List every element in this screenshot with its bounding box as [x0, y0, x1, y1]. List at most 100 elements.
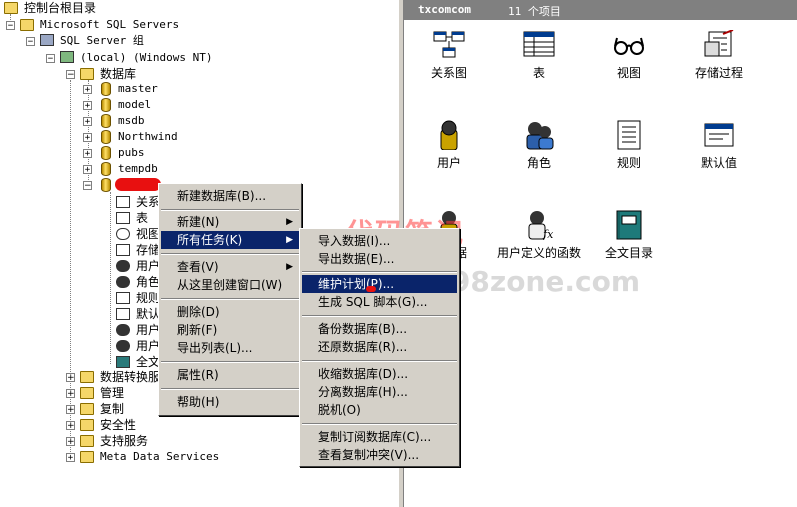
tree-node-label: (local) (Windows NT) [80, 51, 213, 64]
fulltext-catalog-icon [613, 210, 645, 240]
folder-icon [80, 387, 94, 399]
item-rules[interactable]: 规则 [584, 120, 674, 171]
submenu-arrow-icon: ▶ [286, 235, 293, 245]
tree-node-label: 规则 [136, 291, 161, 305]
expand-toggle[interactable]: + [83, 85, 92, 95]
tree-node-label: Meta Data Services [100, 450, 220, 463]
role-icon [523, 120, 555, 150]
menu-refresh[interactable]: 刷新(F) [161, 321, 299, 339]
context-menu[interactable]: 新建数据库(B)... 新建(N) ▶ 所有任务(K) ▶ 查看(V) ▶ 从这… [158, 183, 302, 416]
expand-toggle[interactable]: + [66, 389, 75, 399]
all-tasks-submenu[interactable]: 导入数据(I)... 导出数据(E)... 维护计划(P)... 生成 SQL … [299, 228, 460, 467]
glasses-icon [116, 228, 130, 240]
tree-node-label: 表 [136, 211, 149, 225]
item-views[interactable]: 视图 [584, 30, 674, 81]
submenu-offline[interactable]: 脱机(O) [302, 401, 457, 419]
tree-node-label: 用户 [136, 323, 161, 337]
header-item-count: 11 个项目 [508, 5, 561, 18]
folder-icon [80, 403, 94, 415]
submenu-maintenance-plan[interactable]: 维护计划(P)... [302, 275, 457, 293]
submenu-detach-database[interactable]: 分离数据库(H)... [302, 383, 457, 401]
expand-toggle[interactable]: + [83, 133, 92, 143]
user-icon [433, 120, 465, 151]
table-icon [116, 212, 130, 224]
expand-toggle[interactable]: + [83, 149, 92, 159]
submenu-restore-database[interactable]: 还原数据库(R)... [302, 338, 457, 356]
expand-toggle[interactable]: + [66, 405, 75, 415]
item-label: 存储过程 [694, 66, 743, 80]
default-icon [703, 120, 735, 150]
item-roles[interactable]: 角色 [494, 120, 584, 171]
tree-node-label: 默认 [136, 307, 161, 321]
tree-node-label: 支持服务 [100, 434, 149, 448]
menu-new-window[interactable]: 从这里创建窗口(W) [161, 276, 299, 294]
item-label: 默认值 [700, 156, 737, 170]
collapse-toggle[interactable]: − [46, 54, 55, 64]
item-users[interactable]: 用户 [404, 120, 494, 171]
item-user-functions[interactable]: fx 用户定义的函数 [494, 210, 584, 261]
user-type-icon [116, 324, 130, 336]
item-label: 规则 [616, 156, 641, 170]
menu-export-list[interactable]: 导出列表(L)... [161, 339, 299, 357]
tree-node-label: 用户 [136, 339, 161, 353]
collapse-toggle[interactable]: − [66, 70, 75, 80]
expand-toggle[interactable]: + [66, 421, 75, 431]
expand-toggle[interactable]: + [66, 373, 75, 383]
tree-node-label: 全文 [136, 355, 161, 369]
item-diagrams[interactable]: 关系图 [404, 30, 494, 81]
menu-new[interactable]: 新建(N) ▶ [161, 213, 299, 231]
server-running-icon [60, 51, 74, 63]
user-function-icon [116, 340, 130, 352]
user-function-icon: fx [523, 210, 555, 241]
header-name: txcomcom [418, 3, 471, 16]
submenu-generate-sql-script[interactable]: 生成 SQL 脚本(G)... [302, 293, 457, 311]
menu-label: 所有任务(K) [177, 233, 243, 247]
expand-toggle[interactable]: + [83, 165, 92, 175]
menu-help[interactable]: 帮助(H) [161, 393, 299, 411]
fulltext-catalog-icon [116, 356, 130, 368]
collapse-toggle[interactable]: − [6, 21, 15, 31]
svg-text:fx: fx [542, 228, 554, 240]
submenu-backup-database[interactable]: 备份数据库(B)... [302, 320, 457, 338]
tree-node-label: master [118, 82, 158, 95]
submenu-import-data[interactable]: 导入数据(I)... [302, 232, 457, 250]
item-label: 全文目录 [604, 246, 653, 260]
submenu-export-data[interactable]: 导出数据(E)... [302, 250, 457, 268]
stored-procedure-icon [116, 244, 130, 256]
menu-view[interactable]: 查看(V) ▶ [161, 258, 299, 276]
submenu-shrink-database[interactable]: 收缩数据库(D)... [302, 365, 457, 383]
menu-properties[interactable]: 属性(R) [161, 366, 299, 384]
database-icon [101, 178, 111, 192]
item-tables[interactable]: 表 [494, 30, 584, 81]
folder-icon [80, 435, 94, 447]
diagram-icon [116, 196, 130, 208]
tree-node-label: 安全性 [100, 418, 137, 432]
collapse-toggle[interactable]: − [83, 181, 92, 191]
item-fulltext-catalogs[interactable]: 全文目录 [584, 210, 674, 261]
redacted-label [115, 178, 161, 191]
collapse-toggle[interactable]: − [26, 37, 35, 47]
user-icon [116, 260, 130, 272]
tree-node-label: 存储 [136, 243, 161, 257]
database-icon [101, 146, 111, 160]
expand-toggle[interactable]: + [66, 453, 75, 463]
item-defaults[interactable]: 默认值 [674, 120, 764, 171]
expand-toggle[interactable]: + [83, 101, 92, 111]
database-icon [101, 162, 111, 176]
item-label: 表 [532, 66, 545, 80]
submenu-arrow-icon: ▶ [286, 262, 293, 272]
submenu-view-replication-conflicts[interactable]: 查看复制冲突(V)... [302, 446, 457, 464]
tree-node-label: model [118, 98, 152, 111]
menu-all-tasks[interactable]: 所有任务(K) ▶ [161, 231, 299, 249]
folder-icon [80, 371, 94, 383]
expand-toggle[interactable]: + [66, 437, 75, 447]
menu-new-database[interactable]: 新建数据库(B)... [161, 187, 299, 205]
stored-procedure-icon [703, 29, 735, 60]
submenu-subscribe-replication[interactable]: 复制订阅数据库(C)... [302, 428, 457, 446]
details-pane[interactable]: txcomcom 11 个项目 关系图 表 视图 存储过程 用户 角色 规则 默… [404, 0, 797, 507]
tree-node-label: SQL Server 组 [60, 34, 144, 47]
tree-node-label: tempdb [118, 162, 158, 175]
expand-toggle[interactable]: + [83, 117, 92, 127]
menu-delete[interactable]: 删除(D) [161, 303, 299, 321]
item-stored-procedures[interactable]: 存储过程 [674, 29, 764, 81]
